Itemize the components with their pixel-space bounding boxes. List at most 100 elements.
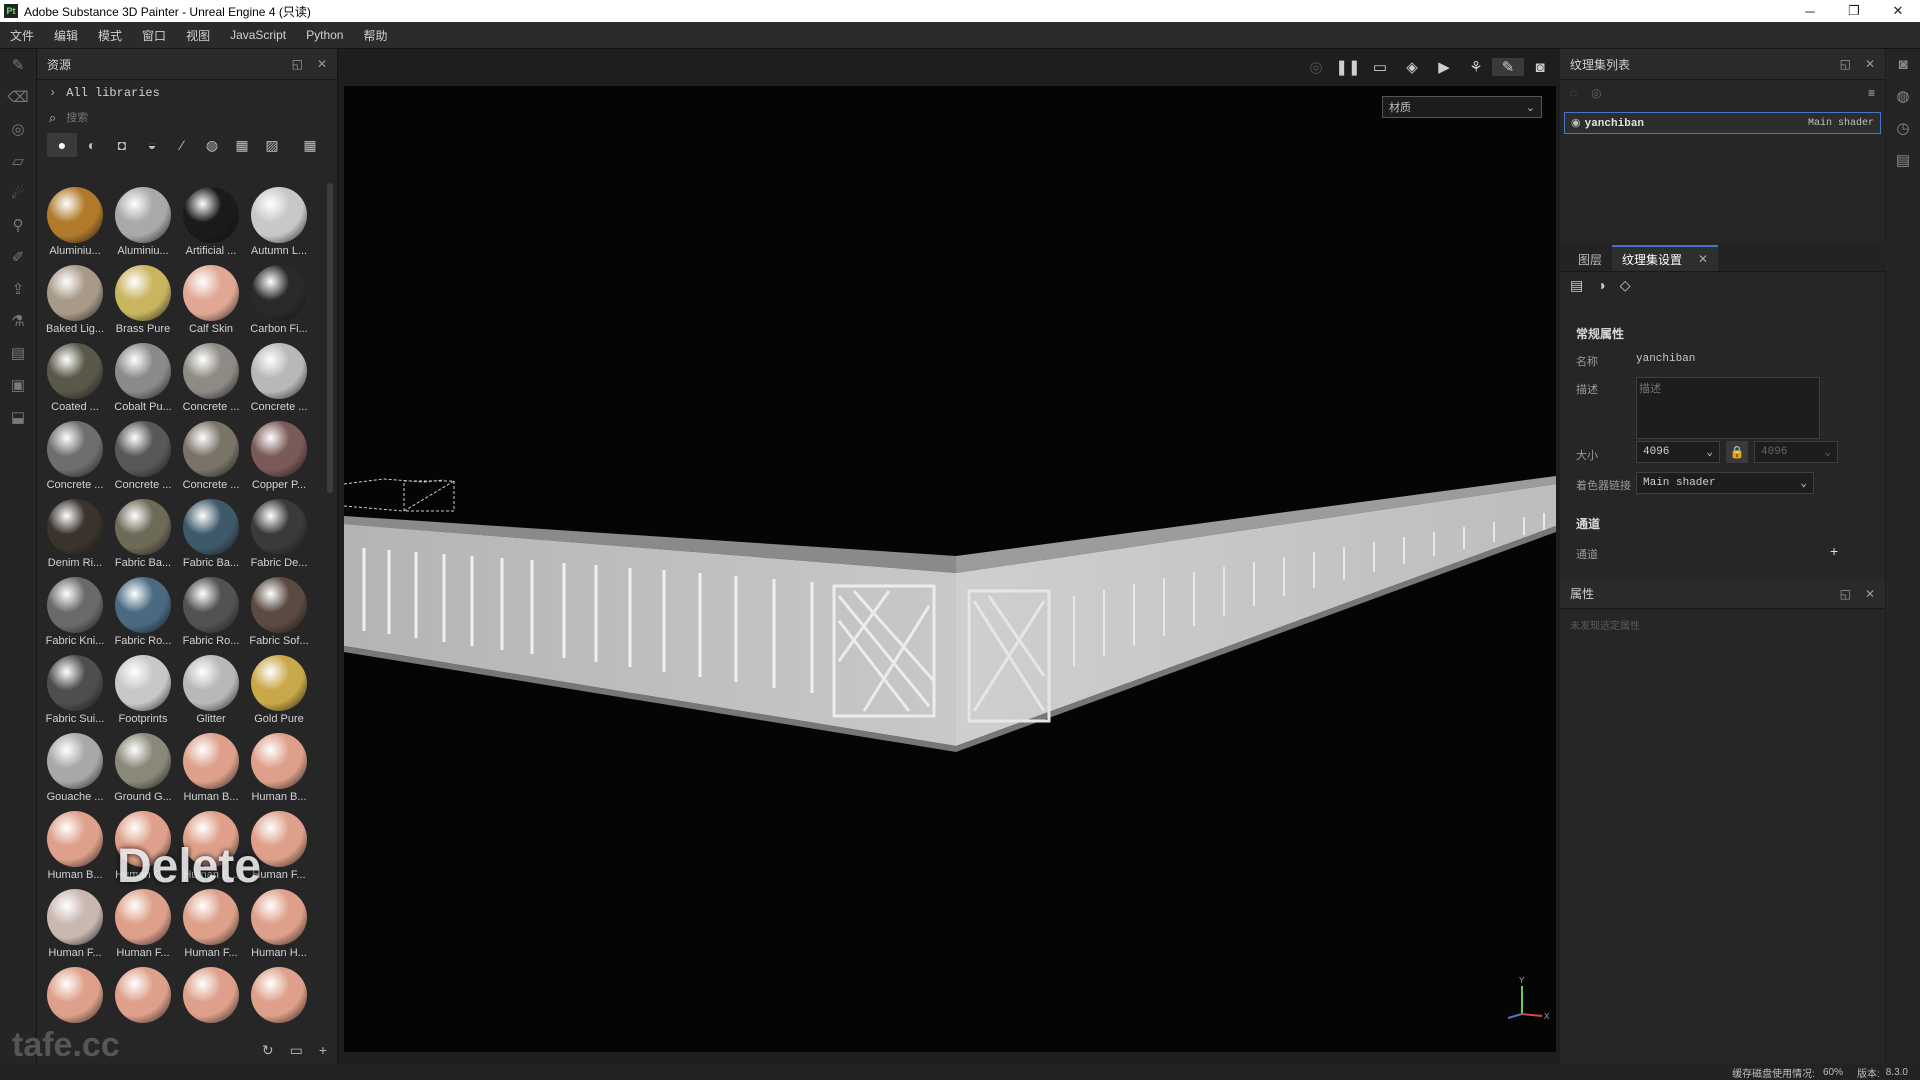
screenshot-icon[interactable]: ◙	[1524, 59, 1556, 76]
material-icon[interactable]: ◑	[1597, 277, 1605, 294]
material-item[interactable]: Calf Skin	[177, 263, 245, 341]
material-item[interactable]	[177, 965, 245, 1025]
assets-icon[interactable]: ▣	[0, 369, 36, 401]
material-item[interactable]: Fabric Sui...	[41, 653, 109, 731]
material-item[interactable]: Fabric Ba...	[109, 497, 177, 575]
material-item[interactable]: Autumn L...	[245, 185, 313, 263]
smart-materials-filter-icon[interactable]: ◐	[77, 133, 107, 157]
material-item[interactable]: Denim Ri...	[41, 497, 109, 575]
menu-window[interactable]: 窗口	[132, 27, 176, 44]
material-item[interactable]: Human B...	[245, 731, 313, 809]
material-item[interactable]: Human F...	[41, 887, 109, 965]
projection-icon[interactable]: ◎	[0, 113, 36, 145]
close-panel-icon[interactable]: ✕	[1865, 587, 1875, 601]
close-panel-icon[interactable]: ✕	[1865, 57, 1875, 71]
view-3d-icon[interactable]: ◈	[1396, 58, 1428, 76]
pause-icon[interactable]: ❚❚	[1332, 58, 1364, 76]
paint-brush-icon[interactable]: ✎	[0, 49, 36, 81]
material-item[interactable]: Concrete ...	[177, 341, 245, 419]
material-item[interactable]: Concrete ...	[245, 341, 313, 419]
assets-scrollbar[interactable]	[327, 183, 333, 493]
eye-icon[interactable]: ◎	[1591, 86, 1601, 100]
camera-icon[interactable]: ▶	[1428, 58, 1460, 76]
material-item[interactable]: Fabric Ba...	[177, 497, 245, 575]
symmetry-icon[interactable]: ⚘	[1460, 58, 1492, 76]
material-item[interactable]: Human F...	[177, 887, 245, 965]
material-item[interactable]: Baked Lig...	[41, 263, 109, 341]
texture-set-list-icon[interactable]: ◙	[1886, 49, 1920, 81]
lock-icon[interactable]: 🔒	[1726, 441, 1748, 463]
textures-filter-icon[interactable]: ▦	[227, 133, 257, 157]
close-icon[interactable]: ✕	[1876, 0, 1920, 22]
material-item[interactable]: Fabric Ro...	[177, 575, 245, 653]
folder-icon[interactable]: ▭	[290, 1042, 303, 1059]
material-item[interactable]: Cobalt Pu...	[109, 341, 177, 419]
brushes-filter-icon[interactable]: ⁄	[167, 133, 197, 157]
material-item[interactable]: Footprints	[109, 653, 177, 731]
visibility-icon[interactable]: ◉	[1571, 117, 1581, 129]
material-item[interactable]: Concrete ...	[41, 419, 109, 497]
color-picker-icon[interactable]: ✐	[0, 241, 36, 273]
texture-set-row[interactable]: ◉ yanchiban Main shader	[1564, 112, 1881, 134]
shader-select[interactable]: Main shader ⌄	[1636, 472, 1814, 494]
material-item[interactable]: Aluminiu...	[109, 185, 177, 263]
shelf-icon[interactable]: ⬓	[0, 401, 36, 433]
material-item[interactable]: Concrete ...	[177, 419, 245, 497]
material-item[interactable]: Human B...	[177, 731, 245, 809]
paint-mode-icon[interactable]: ✎	[1492, 58, 1524, 76]
bake-icon[interactable]: ⚗	[0, 305, 36, 337]
material-item[interactable]: Fabric Sof...	[245, 575, 313, 653]
smudge-icon[interactable]: ☄	[0, 177, 36, 209]
screenshot-off-icon[interactable]: ◎	[1300, 58, 1332, 76]
tab-layers[interactable]: 图层	[1568, 247, 1612, 271]
material-item[interactable]: Ground G...	[109, 731, 177, 809]
search-input[interactable]	[64, 111, 269, 125]
uv-icon[interactable]: ◇	[1620, 277, 1631, 294]
particles-filter-icon[interactable]: ◍	[197, 133, 227, 157]
materials-filter-icon[interactable]: ●	[47, 133, 77, 157]
material-item[interactable]: Human B...	[41, 809, 109, 887]
3d-viewport[interactable]: 材质 ⌄ Y X	[344, 86, 1556, 1052]
menu-view[interactable]: 视图	[176, 27, 220, 44]
size-select[interactable]: 4096 ⌄	[1636, 441, 1720, 463]
library-selector[interactable]: › All libraries	[37, 80, 337, 106]
generators-filter-icon[interactable]: ◒	[137, 133, 167, 157]
menu-javascript[interactable]: JavaScript	[220, 28, 296, 42]
material-item[interactable]: Fabric Kni...	[41, 575, 109, 653]
material-item[interactable]: Fabric Ro...	[109, 575, 177, 653]
material-item[interactable]: Gouache ...	[41, 731, 109, 809]
material-item[interactable]: Brass Pure	[109, 263, 177, 341]
material-item[interactable]: Aluminiu...	[41, 185, 109, 263]
display-settings-icon[interactable]: ◍	[1886, 81, 1920, 113]
menu-edit[interactable]: 编辑	[44, 27, 88, 44]
close-tab-icon[interactable]: ✕	[1698, 252, 1708, 266]
menu-python[interactable]: Python	[296, 28, 353, 42]
menu-help[interactable]: 帮助	[353, 27, 397, 44]
material-item[interactable]: Coated ...	[41, 341, 109, 419]
material-item[interactable]: Artificial ...	[177, 185, 245, 263]
float-panel-icon[interactable]: ◱	[292, 57, 303, 71]
material-item[interactable]: Human H...	[245, 887, 313, 965]
eraser-icon[interactable]: ⌫	[0, 81, 36, 113]
material-item[interactable]	[245, 965, 313, 1025]
eye-closed-icon[interactable]: ◌	[1570, 86, 1577, 100]
add-icon[interactable]: +	[319, 1042, 327, 1058]
minimize-icon[interactable]: ─	[1788, 0, 1832, 22]
refresh-icon[interactable]: ↻	[262, 1042, 274, 1059]
menu-file[interactable]: 文件	[0, 27, 44, 44]
material-item[interactable]	[41, 965, 109, 1025]
tab-texture-set-settings[interactable]: 纹理集设置 ✕	[1612, 245, 1719, 271]
description-field[interactable]	[1636, 377, 1820, 439]
log-icon[interactable]: ▤	[1886, 145, 1920, 177]
export-icon[interactable]: ⇪	[0, 273, 36, 305]
add-channel-icon[interactable]: +	[1830, 543, 1838, 559]
material-item[interactable]: Carbon Fi...	[245, 263, 313, 341]
material-item[interactable]: Human F...	[109, 887, 177, 965]
history-icon[interactable]: ◷	[1886, 113, 1920, 145]
float-panel-icon[interactable]: ◱	[1840, 587, 1851, 601]
environments-filter-icon[interactable]: ▨	[257, 133, 287, 157]
material-item[interactable]: Concrete ...	[109, 419, 177, 497]
history-icon[interactable]: ▤	[0, 337, 36, 369]
polygon-fill-icon[interactable]: ▱	[0, 145, 36, 177]
close-panel-icon[interactable]: ✕	[317, 57, 327, 71]
